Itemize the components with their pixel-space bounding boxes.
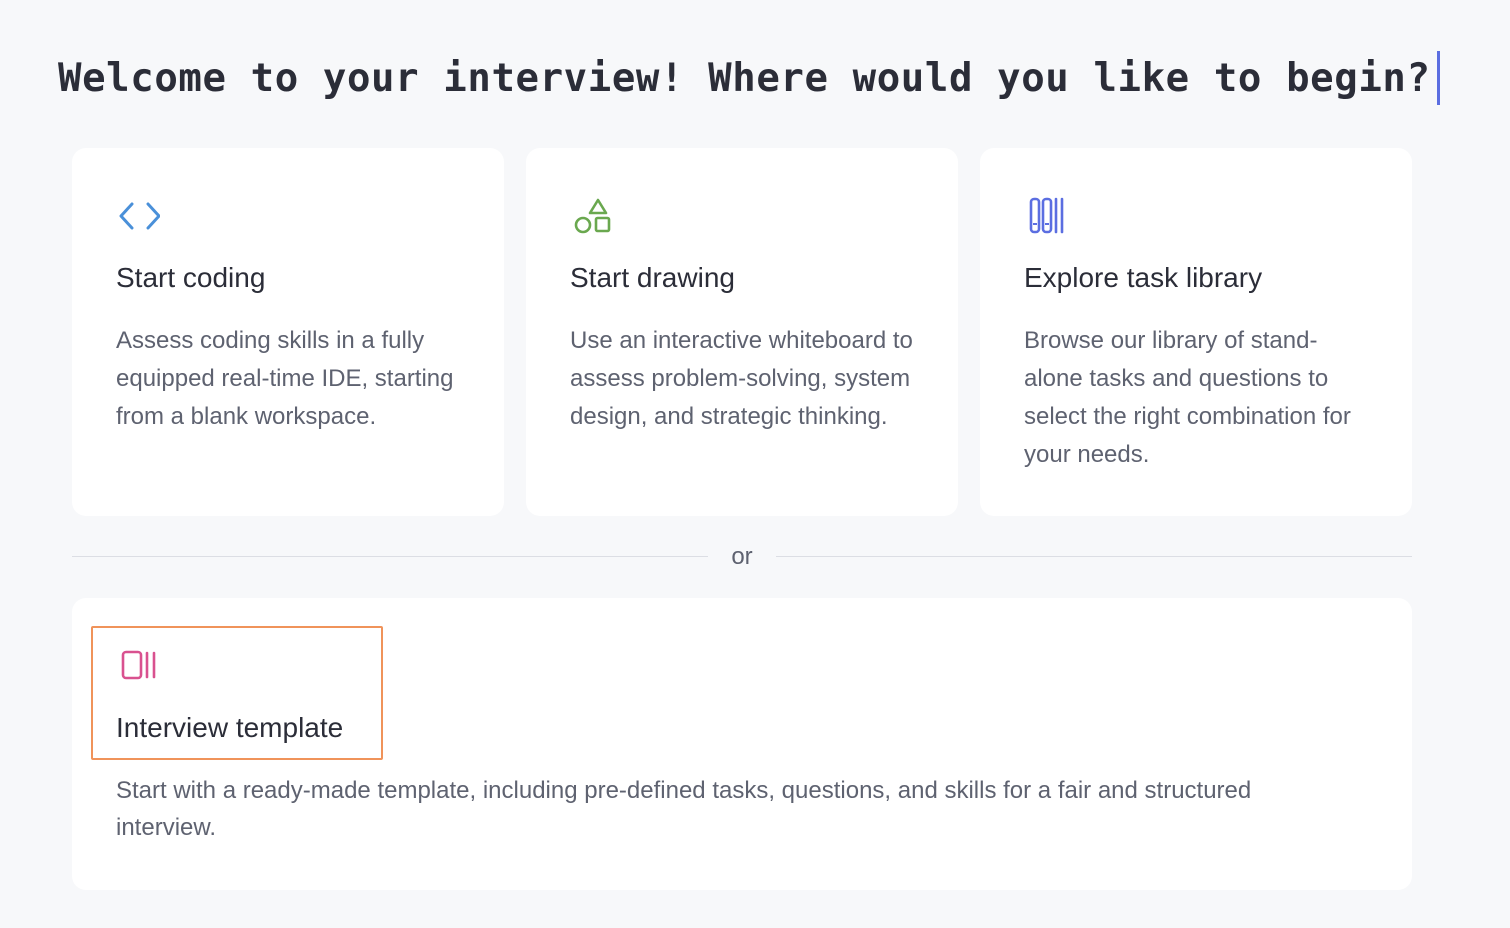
page-headline: Welcome to your interview! Where would y… bbox=[58, 50, 1440, 106]
template-stack-icon bbox=[120, 646, 164, 686]
start-drawing-description: Use an interactive whiteboard to assess … bbox=[570, 327, 913, 430]
interview-start-page: Welcome to your interview! Where would y… bbox=[0, 0, 1510, 928]
interview-template-title: Interview template bbox=[116, 712, 344, 743]
divider-label: or bbox=[731, 543, 753, 570]
divider-line-right bbox=[776, 556, 1412, 557]
code-brackets-icon bbox=[116, 196, 161, 236]
start-coding-card[interactable]: Start coding Assess coding skills in a f… bbox=[72, 148, 504, 516]
start-coding-description: Assess coding skills in a fully equipped… bbox=[116, 327, 454, 430]
page-headline-text: Welcome to your interview! Where would y… bbox=[58, 55, 1431, 101]
books-icon bbox=[1024, 196, 1068, 236]
shapes-icon bbox=[570, 196, 614, 236]
interview-template-card[interactable]: Interview template Start with a ready-ma… bbox=[72, 598, 1412, 890]
explore-task-library-description: Browse our library of stand-alone tasks … bbox=[1024, 327, 1351, 468]
or-divider: or bbox=[72, 540, 1412, 574]
divider-line-left bbox=[72, 556, 708, 557]
explore-task-library-card[interactable]: Explore task library Browse our library … bbox=[980, 148, 1412, 516]
explore-task-library-title: Explore task library bbox=[1024, 262, 1263, 293]
interview-template-description: Start with a ready-made template, includ… bbox=[116, 777, 1252, 841]
start-drawing-title: Start drawing bbox=[570, 262, 735, 293]
text-cursor bbox=[1436, 51, 1440, 105]
start-coding-title: Start coding bbox=[116, 262, 266, 293]
start-drawing-card[interactable]: Start drawing Use an interactive whitebo… bbox=[526, 148, 958, 516]
